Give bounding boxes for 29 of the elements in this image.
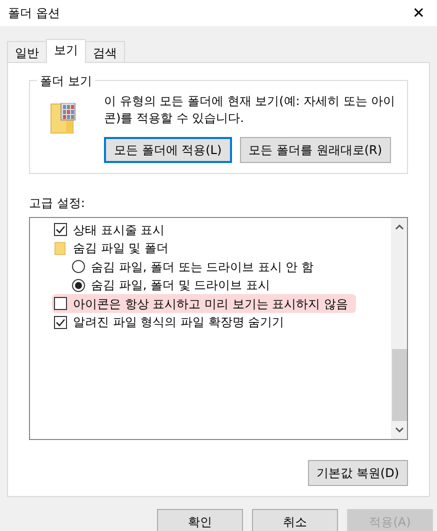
- setting-label: 숨김 파일, 폴더 및 드라이브 표시: [91, 277, 270, 294]
- folder-view-icon: [50, 103, 76, 135]
- scroll-thumb[interactable]: [392, 349, 406, 421]
- description-text: 이 유형의 모든 폴더에 현재 보기(예: 자세히 또는 아이콘)를 적용할 수 있습니다.: [104, 93, 396, 127]
- close-button[interactable]: ✕: [408, 6, 429, 20]
- scrollbar[interactable]: [391, 218, 407, 439]
- setting-label: 알려진 파일 형식의 파일 확장명 숨기기: [73, 314, 284, 332]
- restore-defaults-button[interactable]: 기본값 복원(D): [308, 460, 408, 486]
- setting-label: 상태 표시줄 표시: [73, 222, 165, 239]
- tab[interactable]: 일반: [7, 41, 47, 62]
- apply-button[interactable]: 모든 폴더를 원래대로(R): [240, 137, 392, 163]
- dialog-button[interactable]: 확인: [157, 509, 243, 531]
- tab[interactable]: 검색: [85, 41, 125, 62]
- scroll-down-icon[interactable]: [394, 427, 404, 433]
- radio-button[interactable]: [72, 278, 85, 292]
- setting-label: 아이콘은 항상 표시하고 미리 보기는 표시하지 않음: [73, 296, 348, 313]
- checkbox[interactable]: [54, 223, 67, 236]
- section-label: 고급 설정:: [29, 195, 86, 212]
- scroll-up-icon[interactable]: [394, 224, 404, 230]
- dialog-button[interactable]: 취소: [252, 509, 338, 531]
- folder-icon: [54, 242, 67, 255]
- checkbox[interactable]: [54, 297, 67, 310]
- tab[interactable]: 보기: [46, 39, 86, 63]
- apply-button[interactable]: 모든 폴더에 적용(L): [104, 137, 232, 163]
- window-title: 폴더 옵션: [8, 5, 60, 22]
- radio-button[interactable]: [72, 260, 85, 274]
- checkbox[interactable]: [54, 316, 67, 329]
- setting-label: 숨김 파일 및 폴더: [73, 240, 168, 258]
- setting-label: 숨김 파일, 폴더 또는 드라이브 표시 안 함: [91, 258, 314, 276]
